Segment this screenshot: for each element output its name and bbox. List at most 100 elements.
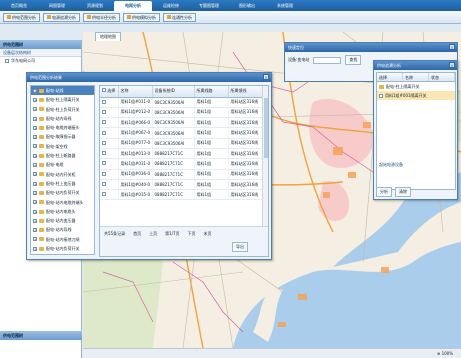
tree-item[interactable]: + 配电-站内变压器 <box>31 216 94 225</box>
table-row[interactable]: 用料1组#035-0 0888217C71C 用料1组 用料站区316线 <box>100 189 263 201</box>
row-checkbox[interactable] <box>102 109 106 114</box>
expand-icon[interactable]: + <box>33 246 37 251</box>
last-page-link[interactable]: 末页 <box>204 231 212 237</box>
tab-system-management[interactable]: 系统管理 <box>266 0 304 11</box>
expand-icon[interactable]: + <box>33 153 37 158</box>
tree-item[interactable]: + 配电-站内电缆头 <box>31 207 94 216</box>
dialog-titlebar[interactable]: 快速定位 × <box>285 43 457 52</box>
tree-item[interactable]: + 配电-柱上负荷开关 <box>31 105 94 114</box>
row-checkbox[interactable] <box>102 140 106 145</box>
expand-icon[interactable]: + <box>33 88 37 93</box>
tree-item[interactable]: + 配电-站内接地刀闸 <box>31 235 94 244</box>
table-row[interactable]: 用料1组#011-0 08C3C93506AI 用料1组 用料站区316线 <box>100 97 263 108</box>
expand-icon[interactable]: + <box>33 144 37 149</box>
table-row[interactable]: 用料1组#066-0 08C3C93506AI 用料1组 用料站区316线 <box>100 117 263 129</box>
row-checkbox[interactable] <box>102 99 106 104</box>
expand-icon[interactable]: + <box>33 172 37 177</box>
expand-icon[interactable]: + <box>33 97 37 102</box>
analyze-button[interactable]: 分析 <box>376 187 392 197</box>
close-icon[interactable]: × <box>449 44 455 50</box>
tree-item[interactable]: + 配电-站线 <box>31 86 94 96</box>
tree-item[interactable]: + 配电-架空线 <box>31 142 94 151</box>
row-checkbox[interactable] <box>379 93 383 98</box>
prev-page-link[interactable]: 上页 <box>149 231 157 237</box>
expand-icon[interactable]: + <box>33 200 37 205</box>
column-header[interactable]: 选择 <box>100 86 119 98</box>
tree-item[interactable]: + 配电-站内负荷开关 <box>31 188 94 197</box>
supply-radius-analysis-button[interactable]: 供电半径分析 <box>83 12 120 22</box>
tab-graphic-output[interactable]: 图形输出 <box>228 0 266 11</box>
list-item[interactable]: 用料1组#001隔离开关 <box>377 91 455 100</box>
dialog-titlebar[interactable]: 供电追溯分析 × <box>374 61 457 70</box>
table-row[interactable]: 用料1组#067-0 08C3C93506AI 用料1组 用料站区316线 <box>100 127 263 139</box>
select-all-checkbox[interactable] <box>102 88 106 93</box>
column-header[interactable]: 所属线路 <box>194 86 229 98</box>
close-icon[interactable]: × <box>449 62 455 68</box>
start-source-link[interactable]: 起始电源设备 <box>377 160 455 169</box>
table-row[interactable]: 用料1组#031-0 0888217C71C 用料1组 用料站区316线 <box>100 158 263 170</box>
expand-icon[interactable]: + <box>33 218 37 223</box>
table-row[interactable]: 用料1组#040-0 0888217C71C 用料1组 用料站区316线 <box>100 179 263 191</box>
next-page-link[interactable]: 下页 <box>188 231 196 237</box>
close-icon[interactable]: × <box>263 74 269 80</box>
tree-item[interactable]: + 配电-电缆终端接头 <box>31 123 94 132</box>
vertical-scrollbar[interactable] <box>262 86 268 226</box>
supply-range-analysis-button[interactable]: 供电范围分析 <box>3 12 40 22</box>
row-checkbox[interactable] <box>102 192 106 197</box>
row-checkbox[interactable] <box>102 161 106 166</box>
expand-icon[interactable]: + <box>33 209 37 214</box>
tree-item[interactable]: + 配电-电缆 <box>31 160 94 169</box>
tree-item[interactable]: + 配电-柱上断路器 <box>31 151 94 160</box>
expand-icon[interactable]: + <box>33 107 37 112</box>
tree-item[interactable]: + 配电-站内负荷开关 <box>31 244 94 253</box>
row-checkbox[interactable] <box>102 182 106 187</box>
expand-icon[interactable]: + <box>33 181 37 186</box>
first-page-link[interactable]: 首页 <box>133 231 141 237</box>
tab-network-management[interactable]: 网图管理 <box>38 0 76 11</box>
expand-icon[interactable]: + <box>33 163 37 168</box>
column-header[interactable]: 状态 <box>429 73 455 81</box>
expand-icon[interactable]: + <box>33 135 37 140</box>
row-checkbox[interactable] <box>102 120 106 125</box>
row-checkbox[interactable] <box>102 130 106 135</box>
expand-icon[interactable]: + <box>33 190 37 195</box>
table-row[interactable]: 用料1组#036-0 0888217C71C 用料1组 用料站区316线 <box>100 169 263 180</box>
clear-button[interactable]: 清除 <box>395 187 411 197</box>
table-row[interactable]: 用料1组#077-0 08C3C93506AI 用料1组 用料站区316线 <box>100 138 263 149</box>
row-checkbox[interactable] <box>102 151 106 156</box>
tree-item[interactable]: + 配电-站内开关柜 <box>31 170 94 179</box>
zoom-level[interactable]: 100% <box>442 351 453 356</box>
map-tab[interactable]: 地理地图 <box>95 32 121 41</box>
tree-item[interactable]: + 配电-站内导线 <box>31 225 94 234</box>
expand-icon[interactable]: + <box>33 125 37 130</box>
column-header[interactable]: 名称 <box>118 86 153 98</box>
column-header[interactable]: 所属馈线 <box>228 86 263 98</box>
expand-icon[interactable]: + <box>33 116 37 121</box>
table-row[interactable]: 用料1组#012-0 08C3C93506AI 用料1组 用料站区316线 <box>100 107 263 119</box>
list-item[interactable]: 配电-柱上隔离开关 <box>377 82 455 91</box>
row-checkbox[interactable] <box>102 171 106 176</box>
tab-home[interactable]: 首页概览 <box>0 0 38 11</box>
tab-maintenance[interactable]: 运维检修 <box>152 0 190 11</box>
supply-simulation-analysis-button[interactable]: 供电模拟分析 <box>123 12 160 22</box>
tab-resource-planning[interactable]: 资源规划 <box>76 0 114 11</box>
tab-thematic-maps[interactable]: 专题图管理 <box>190 0 228 11</box>
table-row[interactable]: 用料1组#013-0 0888217C71C 用料1组 用料站区316线 <box>100 148 263 160</box>
tree-item-root[interactable]: 华东电网公司 <box>0 57 81 65</box>
tab-grid-analysis[interactable]: 电网分析 <box>114 1 152 11</box>
device-search-input[interactable] <box>313 56 342 64</box>
connectivity-analysis-button[interactable]: 连通性分析 <box>163 12 196 22</box>
power-trace-analysis-button[interactable]: 电源追溯分析 <box>43 12 80 22</box>
tree-item[interactable]: + 配电-站内电缆终端头 <box>31 198 94 207</box>
expand-icon[interactable]: + <box>33 237 37 242</box>
dialog-titlebar[interactable]: 供电范围分析结果 × <box>27 73 271 82</box>
export-button[interactable]: 导出 <box>232 242 248 252</box>
column-header[interactable]: 设备系统ID <box>152 86 195 98</box>
column-header[interactable]: 选择 <box>377 73 403 81</box>
expand-icon[interactable] <box>5 59 9 63</box>
tree-item[interactable]: + 配电-柱上隔离开关 <box>31 95 94 104</box>
tree-item[interactable]: + 配电-柱上变压器 <box>31 179 94 188</box>
tree-item[interactable]: + 配电-故障指示器 <box>31 132 94 141</box>
scrollbar-thumb[interactable] <box>264 98 268 158</box>
left-panel-footer[interactable]: 供电范围树 <box>0 331 82 340</box>
